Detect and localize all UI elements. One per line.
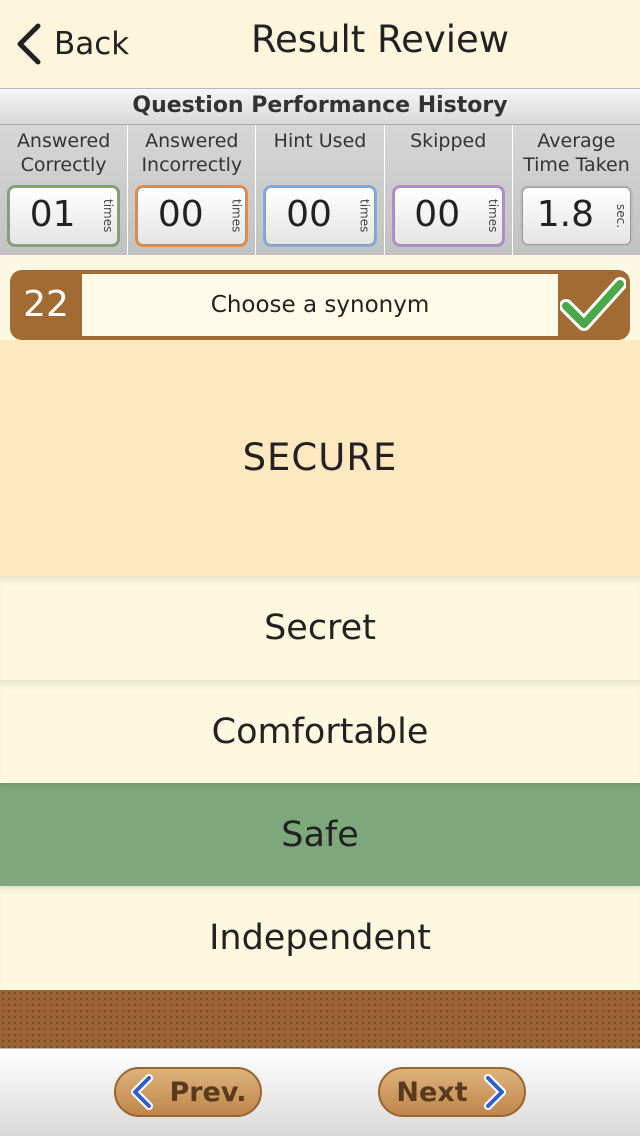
chevron-right-icon (483, 1074, 506, 1110)
stat-value: 00 (157, 194, 204, 235)
stat-value: 01 (29, 194, 76, 235)
stat-label: Average Time Taken (523, 130, 630, 176)
option-comfortable[interactable]: Comfortable (0, 680, 640, 784)
stat-box: 00 times (263, 185, 377, 247)
page-title: Result Review (250, 18, 510, 61)
stat-box: 00 times (135, 185, 249, 247)
question-prompt: Choose a synonym (82, 274, 558, 336)
option-safe[interactable]: Safe (0, 783, 640, 887)
stat-label: Skipped (410, 130, 487, 152)
stat-unit: times (101, 199, 116, 233)
back-label: Back (54, 26, 130, 62)
next-button[interactable]: Next (378, 1067, 526, 1117)
header: Back Result Review (0, 0, 640, 88)
stat-label: Hint Used (273, 130, 367, 152)
stat-label: Answered Correctly (16, 130, 111, 176)
performance-history-title: Question Performance History (0, 89, 640, 125)
next-label: Next (396, 1076, 468, 1108)
stat-unit: times (229, 199, 244, 233)
option-secret[interactable]: Secret (0, 576, 640, 680)
stat-skipped: Skipped 00 times (384, 125, 513, 255)
bottom-navigation: Prev. Next (0, 1048, 640, 1136)
stat-label: Answered Incorrectly (141, 130, 243, 176)
check-icon (560, 277, 626, 331)
option-independent[interactable]: Independent (0, 886, 640, 990)
prev-label: Prev. (169, 1076, 247, 1108)
back-button[interactable]: Back (14, 20, 129, 68)
stat-box: 00 times (391, 185, 505, 247)
stat-answered-incorrectly: Answered Incorrectly 00 times (128, 125, 257, 255)
chevron-left-icon (131, 1074, 154, 1110)
stat-unit: times (357, 199, 372, 233)
stat-average-time: Average Time Taken 1.8 sec. (512, 125, 640, 255)
stat-unit: times (485, 199, 500, 233)
decorative-band (0, 990, 640, 1048)
question-bar: 22 Choose a synonym (10, 270, 630, 340)
stat-value: 1.8 (536, 194, 595, 235)
chevron-left-icon (17, 23, 41, 65)
performance-history-panel: Question Performance History Answered Co… (0, 88, 640, 255)
prev-button[interactable]: Prev. (114, 1067, 262, 1117)
word-area: SECURE (0, 340, 640, 576)
stat-answered-correctly: Answered Correctly 01 times (0, 125, 129, 255)
stat-box: 1.8 sec. (519, 185, 634, 247)
stat-unit: sec. (614, 203, 629, 229)
stat-hint-used: Hint Used 00 times (256, 125, 385, 255)
stat-box: 01 times (7, 185, 121, 247)
question-number: 22 (23, 284, 69, 325)
stat-value: 00 (286, 194, 332, 235)
question-word: SECURE (242, 436, 398, 479)
stat-value: 00 (414, 194, 461, 235)
